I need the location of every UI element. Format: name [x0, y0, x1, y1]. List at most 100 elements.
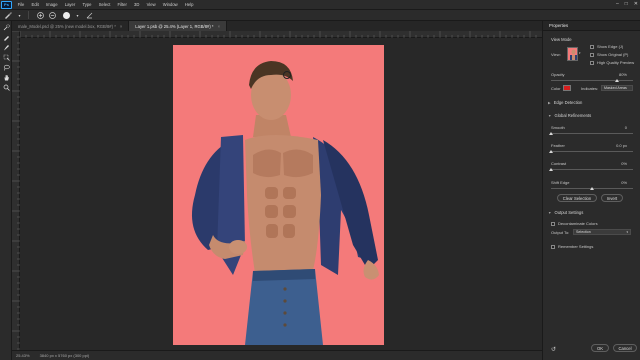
checkbox-icon[interactable]	[551, 221, 555, 226]
vertical-ruler[interactable]	[12, 31, 20, 350]
show-original-checkbox[interactable]: Show Original (P)	[590, 52, 628, 57]
remember-settings-checkbox[interactable]: Remember Settings	[551, 244, 593, 249]
tab-label: male_Model.psd @ 25% (new model.box, RGB…	[18, 23, 116, 29]
close-tab-icon[interactable]: ×	[120, 24, 122, 29]
refine-edge-brush-icon[interactable]	[0, 33, 12, 41]
reset-icon[interactable]: ↺	[551, 346, 556, 353]
add-mode-icon[interactable]	[36, 11, 45, 20]
checkbox-icon[interactable]	[590, 52, 594, 57]
angle-icon[interactable]	[85, 11, 94, 20]
output-settings-section[interactable]: ▼ Output Settings	[548, 210, 583, 215]
hand-tool-icon[interactable]	[0, 73, 12, 81]
output-to-dropdown[interactable]: Selection ▾	[573, 229, 631, 235]
shift-edge-slider-knob[interactable]	[590, 187, 594, 190]
overlay-color-swatch[interactable]	[563, 85, 571, 91]
output-to-label: Output To:	[551, 230, 570, 235]
feather-label: Feather	[551, 143, 565, 148]
menu-image[interactable]: Image	[42, 2, 61, 7]
brush-settings-dropdown-icon[interactable]: ▾	[73, 11, 82, 20]
checkbox-icon[interactable]	[590, 60, 594, 65]
menu-window[interactable]: Window	[159, 2, 181, 7]
edge-detection-section[interactable]: ▶ Edge Detection	[548, 100, 582, 105]
brush-tool-icon[interactable]	[0, 43, 12, 51]
opacity-slider[interactable]	[551, 80, 633, 81]
smooth-slider-knob[interactable]	[549, 132, 553, 135]
decontaminate-checkbox[interactable]: Decontaminate Colors	[551, 221, 598, 226]
options-bar: ▾ ▾	[0, 9, 640, 21]
feather-slider-knob[interactable]	[549, 150, 553, 153]
contrast-slider[interactable]	[551, 169, 633, 170]
zoom-tool-icon[interactable]	[0, 83, 12, 91]
smooth-slider[interactable]	[551, 133, 633, 134]
panel-title: Properties	[543, 21, 640, 31]
menu-filter[interactable]: Filter	[114, 2, 131, 7]
ok-button[interactable]: OK	[591, 344, 609, 352]
object-selection-tool-icon[interactable]	[0, 53, 12, 61]
tab-label: Layer 1.psb @ 25.4% (Layer 1, RGB/8#) *	[135, 23, 214, 29]
checkbox-icon[interactable]	[590, 44, 594, 49]
lasso-tool-icon[interactable]	[0, 63, 12, 71]
remember-settings-label: Remember Settings	[558, 244, 594, 249]
minimize-button[interactable]: –	[616, 1, 619, 7]
high-quality-checkbox[interactable]: High Quality Preview	[590, 60, 634, 65]
view-mode-thumbnail[interactable]	[567, 47, 578, 61]
invert-button[interactable]: Invert	[601, 194, 623, 202]
indicates-label: Indicates:	[581, 86, 599, 91]
contrast-value[interactable]: 0%	[607, 161, 627, 166]
view-mode-heading: View Mode	[551, 37, 572, 42]
smooth-value[interactable]: 0	[607, 125, 627, 130]
tools-panel	[0, 21, 12, 360]
smooth-label: Smooth	[551, 125, 565, 130]
feather-slider[interactable]	[551, 151, 633, 152]
menu-help[interactable]: Help	[181, 2, 197, 7]
show-edge-label: Show Edge (J)	[597, 44, 624, 49]
edge-detection-label: Edge Detection	[553, 100, 583, 105]
global-refinements-section[interactable]: ▼ Global Refinements	[548, 113, 591, 118]
decontaminate-label: Decontaminate Colors	[558, 221, 598, 226]
indicates-dropdown[interactable]: Masked Areas	[601, 85, 633, 91]
show-edge-checkbox[interactable]: Show Edge (J)	[590, 44, 623, 49]
chevron-right-icon: ▶	[548, 100, 551, 105]
document-image[interactable]	[173, 45, 384, 345]
menu-view[interactable]: View	[143, 2, 159, 7]
divider	[28, 11, 29, 19]
contrast-slider-knob[interactable]	[549, 168, 553, 171]
tab-layer-1-psb[interactable]: Layer 1.psb @ 25.4% (Layer 1, RGB/8#) * …	[129, 21, 228, 31]
checkbox-icon[interactable]	[551, 244, 555, 249]
zoom-level[interactable]: 25.43%	[16, 353, 40, 358]
output-settings-label: Output Settings	[554, 210, 584, 215]
brush-tool-icon[interactable]	[3, 11, 12, 20]
global-refinements-label: Global Refinements	[554, 113, 592, 118]
view-dropdown-icon[interactable]: ▾	[579, 51, 581, 55]
menu-3d[interactable]: 3D	[130, 2, 143, 7]
maximize-button[interactable]: □	[625, 1, 628, 7]
menu-type[interactable]: Type	[79, 2, 95, 7]
view-label: View:	[551, 52, 561, 57]
tab-male-model-psd[interactable]: male_Model.psd @ 25% (new model.box, RGB…	[12, 21, 130, 31]
indicates-value: Masked Areas	[604, 86, 627, 90]
cancel-button[interactable]: Cancel	[613, 344, 637, 352]
quick-selection-tool-icon[interactable]	[0, 23, 12, 31]
menu-file[interactable]: File	[14, 2, 28, 7]
chevron-down-icon: ▼	[548, 113, 552, 118]
output-to-value: Selection	[576, 230, 591, 234]
horizontal-ruler[interactable]	[20, 31, 542, 38]
show-original-label: Show Original (P)	[597, 52, 629, 57]
menu-layer[interactable]: Layer	[61, 2, 79, 7]
feather-value[interactable]: 0.0 px	[607, 143, 627, 148]
brush-size-preview[interactable]	[63, 11, 70, 19]
shift-edge-value[interactable]: 0%	[607, 180, 627, 185]
opacity-slider-knob[interactable]	[614, 79, 619, 82]
tool-preset-dropdown-icon[interactable]: ▾	[15, 11, 24, 20]
opacity-value[interactable]: 80%	[607, 72, 627, 77]
high-quality-label: High Quality Preview	[597, 60, 635, 65]
menu-select[interactable]: Select	[95, 2, 114, 7]
shift-edge-label: Shift Edge	[551, 180, 570, 185]
contrast-label: Contrast	[551, 161, 567, 166]
close-tab-icon[interactable]: ×	[218, 24, 220, 29]
close-button[interactable]: ✕	[634, 1, 638, 7]
brush-cursor	[283, 71, 291, 79]
menu-edit[interactable]: Edit	[28, 2, 42, 7]
clear-selection-button[interactable]: Clear Selection	[557, 194, 597, 202]
subtract-mode-icon[interactable]	[48, 11, 57, 20]
